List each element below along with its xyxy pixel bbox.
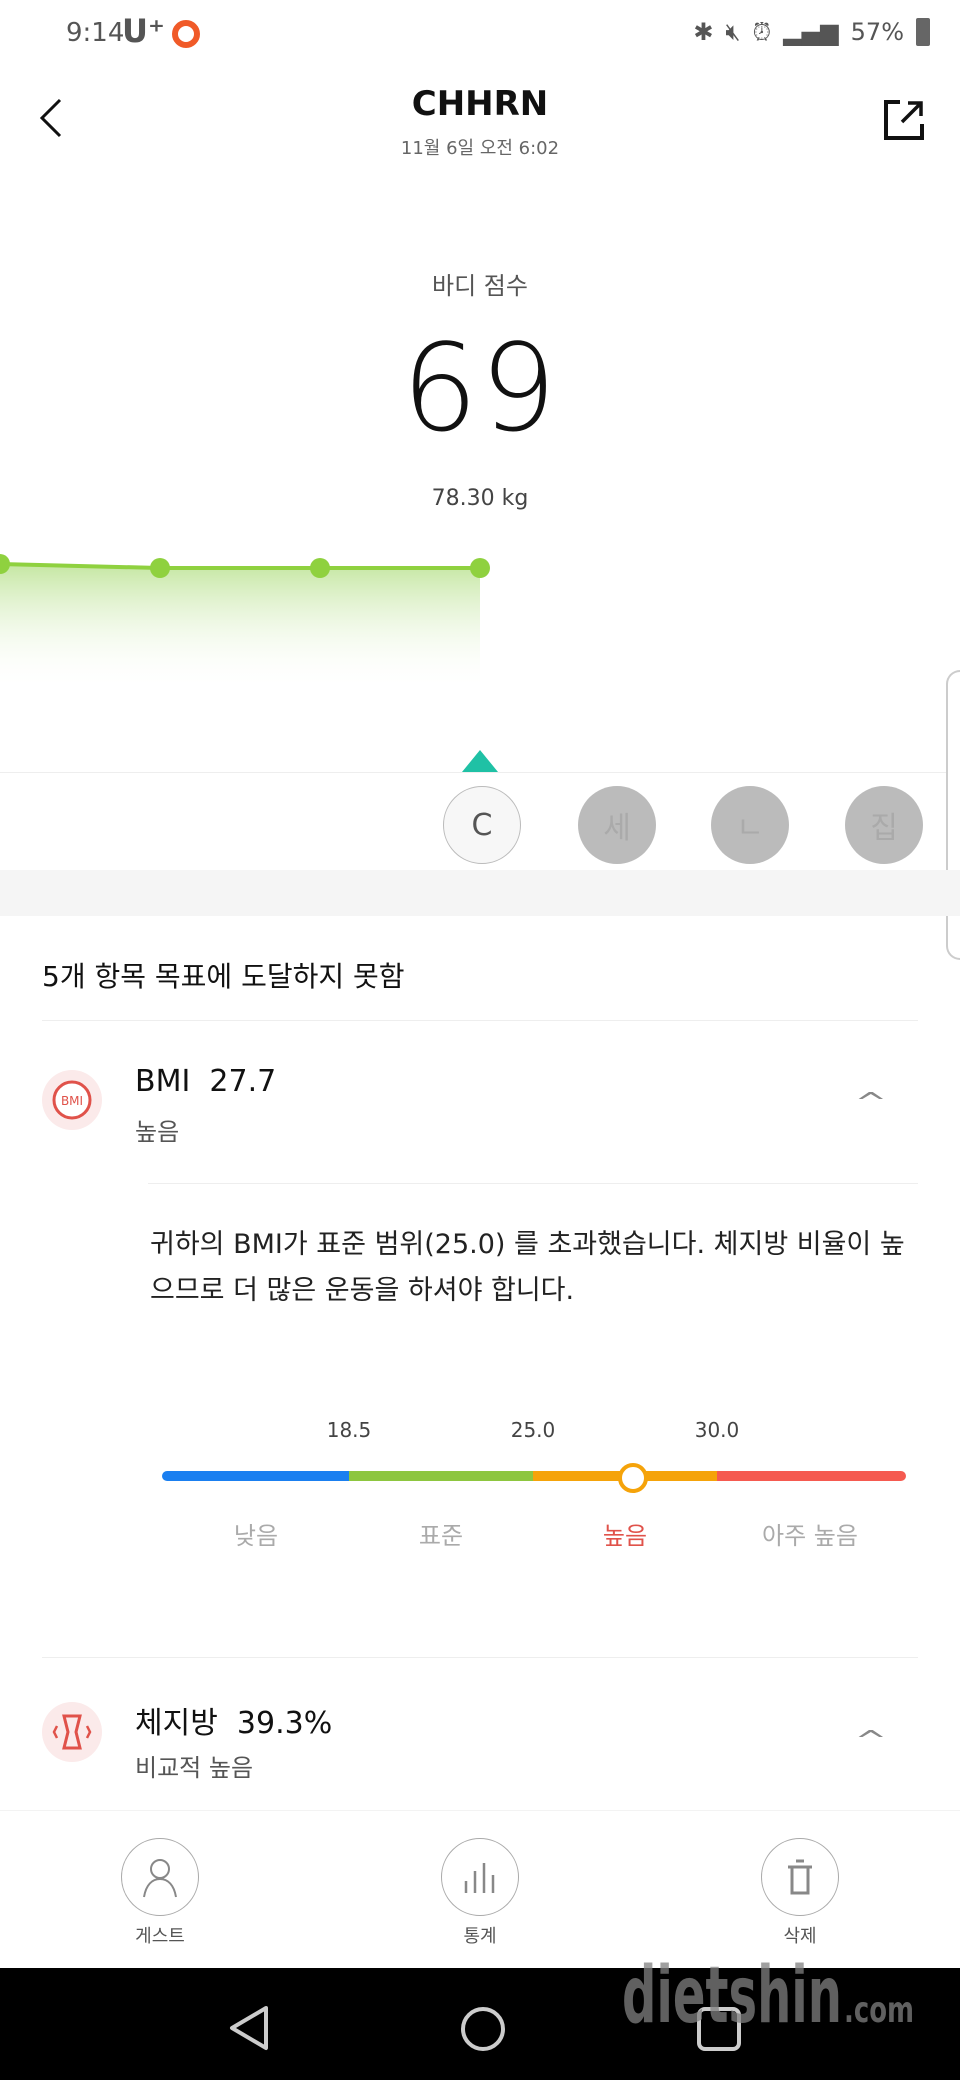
bmi-value: 27.7 bbox=[209, 1064, 277, 1099]
nav-back-button[interactable] bbox=[226, 2004, 270, 2052]
user-avatar-c[interactable]: C bbox=[443, 786, 521, 864]
threshold-label: 30.0 bbox=[694, 1418, 740, 1442]
guest-label: 게스트 bbox=[135, 1926, 185, 1947]
body-fat-item[interactable]: 체지방 39.3% 비교적 높음 ^ bbox=[0, 1670, 960, 1800]
user-avatar-4[interactable]: 집 bbox=[845, 786, 923, 864]
trend-point[interactable] bbox=[470, 558, 490, 578]
share-button[interactable] bbox=[882, 98, 926, 142]
status-icons: ✱ 🔇︎ ⏰︎ ▂▄▆ 57% bbox=[693, 18, 930, 46]
bluetooth-icon: ✱ bbox=[693, 18, 714, 46]
battery-text: 57% bbox=[850, 18, 904, 46]
trend-point[interactable] bbox=[150, 558, 170, 578]
body-score: 69 bbox=[401, 320, 559, 459]
bmi-description: 귀하의 BMI가 표준 범위(25.0) 를 초과했습니다. 체지방 비율이 높… bbox=[150, 1229, 905, 1306]
bmi-status: 높음 bbox=[135, 1118, 180, 1146]
bmi-title: BMI 27.7 bbox=[135, 1064, 276, 1099]
status-time: 9:14 bbox=[66, 18, 125, 48]
status-bar: 9:14 U⁺ ✱ 🔇︎ ⏰︎ ▂▄▆ 57% bbox=[0, 0, 960, 70]
stats-icon bbox=[464, 1863, 495, 1893]
range-normal bbox=[349, 1471, 533, 1481]
delete-button[interactable] bbox=[761, 1838, 839, 1916]
body-fat-title: 체지방 39.3% bbox=[135, 1698, 332, 1742]
user-initial: C bbox=[471, 807, 493, 843]
section-separator bbox=[0, 870, 960, 916]
score-label: 바디 점수 bbox=[432, 272, 528, 300]
divider bbox=[0, 1810, 960, 1811]
trend-line bbox=[0, 562, 480, 570]
user-initial: ㄴ bbox=[736, 811, 764, 846]
carrier-ring-icon bbox=[172, 20, 200, 48]
person-icon bbox=[143, 1859, 177, 1898]
alarm-icon: ⏰︎ bbox=[752, 18, 772, 46]
range-very-high bbox=[717, 1471, 906, 1481]
selected-pointer-icon bbox=[462, 750, 498, 772]
level-label: 아주 높음 bbox=[762, 1522, 858, 1550]
body-fat-name: 체지방 bbox=[135, 1706, 218, 1741]
edge-panel-handle[interactable] bbox=[946, 670, 960, 960]
measurement-date: 11월 6일 오전 6:02 bbox=[400, 138, 560, 159]
user-initial: 세 bbox=[603, 811, 631, 846]
svg-text:dietshin: dietshin bbox=[622, 1951, 842, 2040]
goal-summary: 5개 항목 목표에 도달하지 못함 bbox=[42, 960, 405, 993]
trend-area bbox=[0, 564, 480, 690]
svg-text:BMI: BMI bbox=[61, 1094, 83, 1108]
divider bbox=[148, 1183, 918, 1184]
stats-button[interactable] bbox=[441, 1838, 519, 1916]
svg-text:.com: .com bbox=[844, 1990, 914, 2031]
body-fat-status: 비교적 높음 bbox=[135, 1754, 254, 1782]
weight-value: 78.30 kg bbox=[431, 486, 529, 511]
bmi-item[interactable]: BMI BMI 27.7 높음 ^ bbox=[0, 1040, 960, 1180]
chevron-up-icon[interactable]: ^ bbox=[855, 1088, 888, 1118]
stats-label: 통계 bbox=[463, 1926, 497, 1947]
trend-point[interactable] bbox=[310, 558, 330, 578]
watermark-logo: dietshin .com bbox=[622, 1951, 914, 2040]
signal-icon: ▂▄▆ bbox=[783, 18, 839, 46]
chevron-up-icon[interactable]: ^ bbox=[855, 1726, 888, 1756]
trend-chart bbox=[0, 554, 490, 690]
user-avatar-3[interactable]: ㄴ bbox=[711, 786, 789, 864]
body-fat-value: 39.3% bbox=[236, 1706, 333, 1741]
nav-home-button[interactable] bbox=[460, 2006, 506, 2052]
threshold-label: 25.0 bbox=[510, 1418, 556, 1442]
user-avatar-2[interactable]: 세 bbox=[578, 786, 656, 864]
carrier-logo: U⁺ bbox=[122, 12, 165, 50]
level-label-current: 높음 bbox=[602, 1522, 648, 1550]
threshold-label: 18.5 bbox=[326, 1418, 372, 1442]
guest-button[interactable] bbox=[121, 1838, 199, 1916]
user-initial: 집 bbox=[870, 811, 898, 846]
level-label: 표준 bbox=[418, 1522, 464, 1550]
page-title: CHHRN bbox=[411, 84, 549, 124]
level-label: 낮음 bbox=[233, 1522, 279, 1550]
bmi-value-marker bbox=[618, 1463, 648, 1493]
range-low bbox=[162, 1471, 349, 1481]
divider bbox=[42, 1020, 918, 1021]
body-fat-icon bbox=[42, 1702, 102, 1762]
battery-icon bbox=[916, 18, 930, 46]
trash-icon bbox=[788, 1859, 812, 1895]
divider bbox=[42, 1657, 918, 1658]
divider bbox=[0, 772, 960, 773]
bmi-icon: BMI bbox=[42, 1070, 102, 1130]
mute-icon: 🔇︎ bbox=[725, 18, 741, 46]
bmi-name: BMI bbox=[135, 1064, 191, 1099]
